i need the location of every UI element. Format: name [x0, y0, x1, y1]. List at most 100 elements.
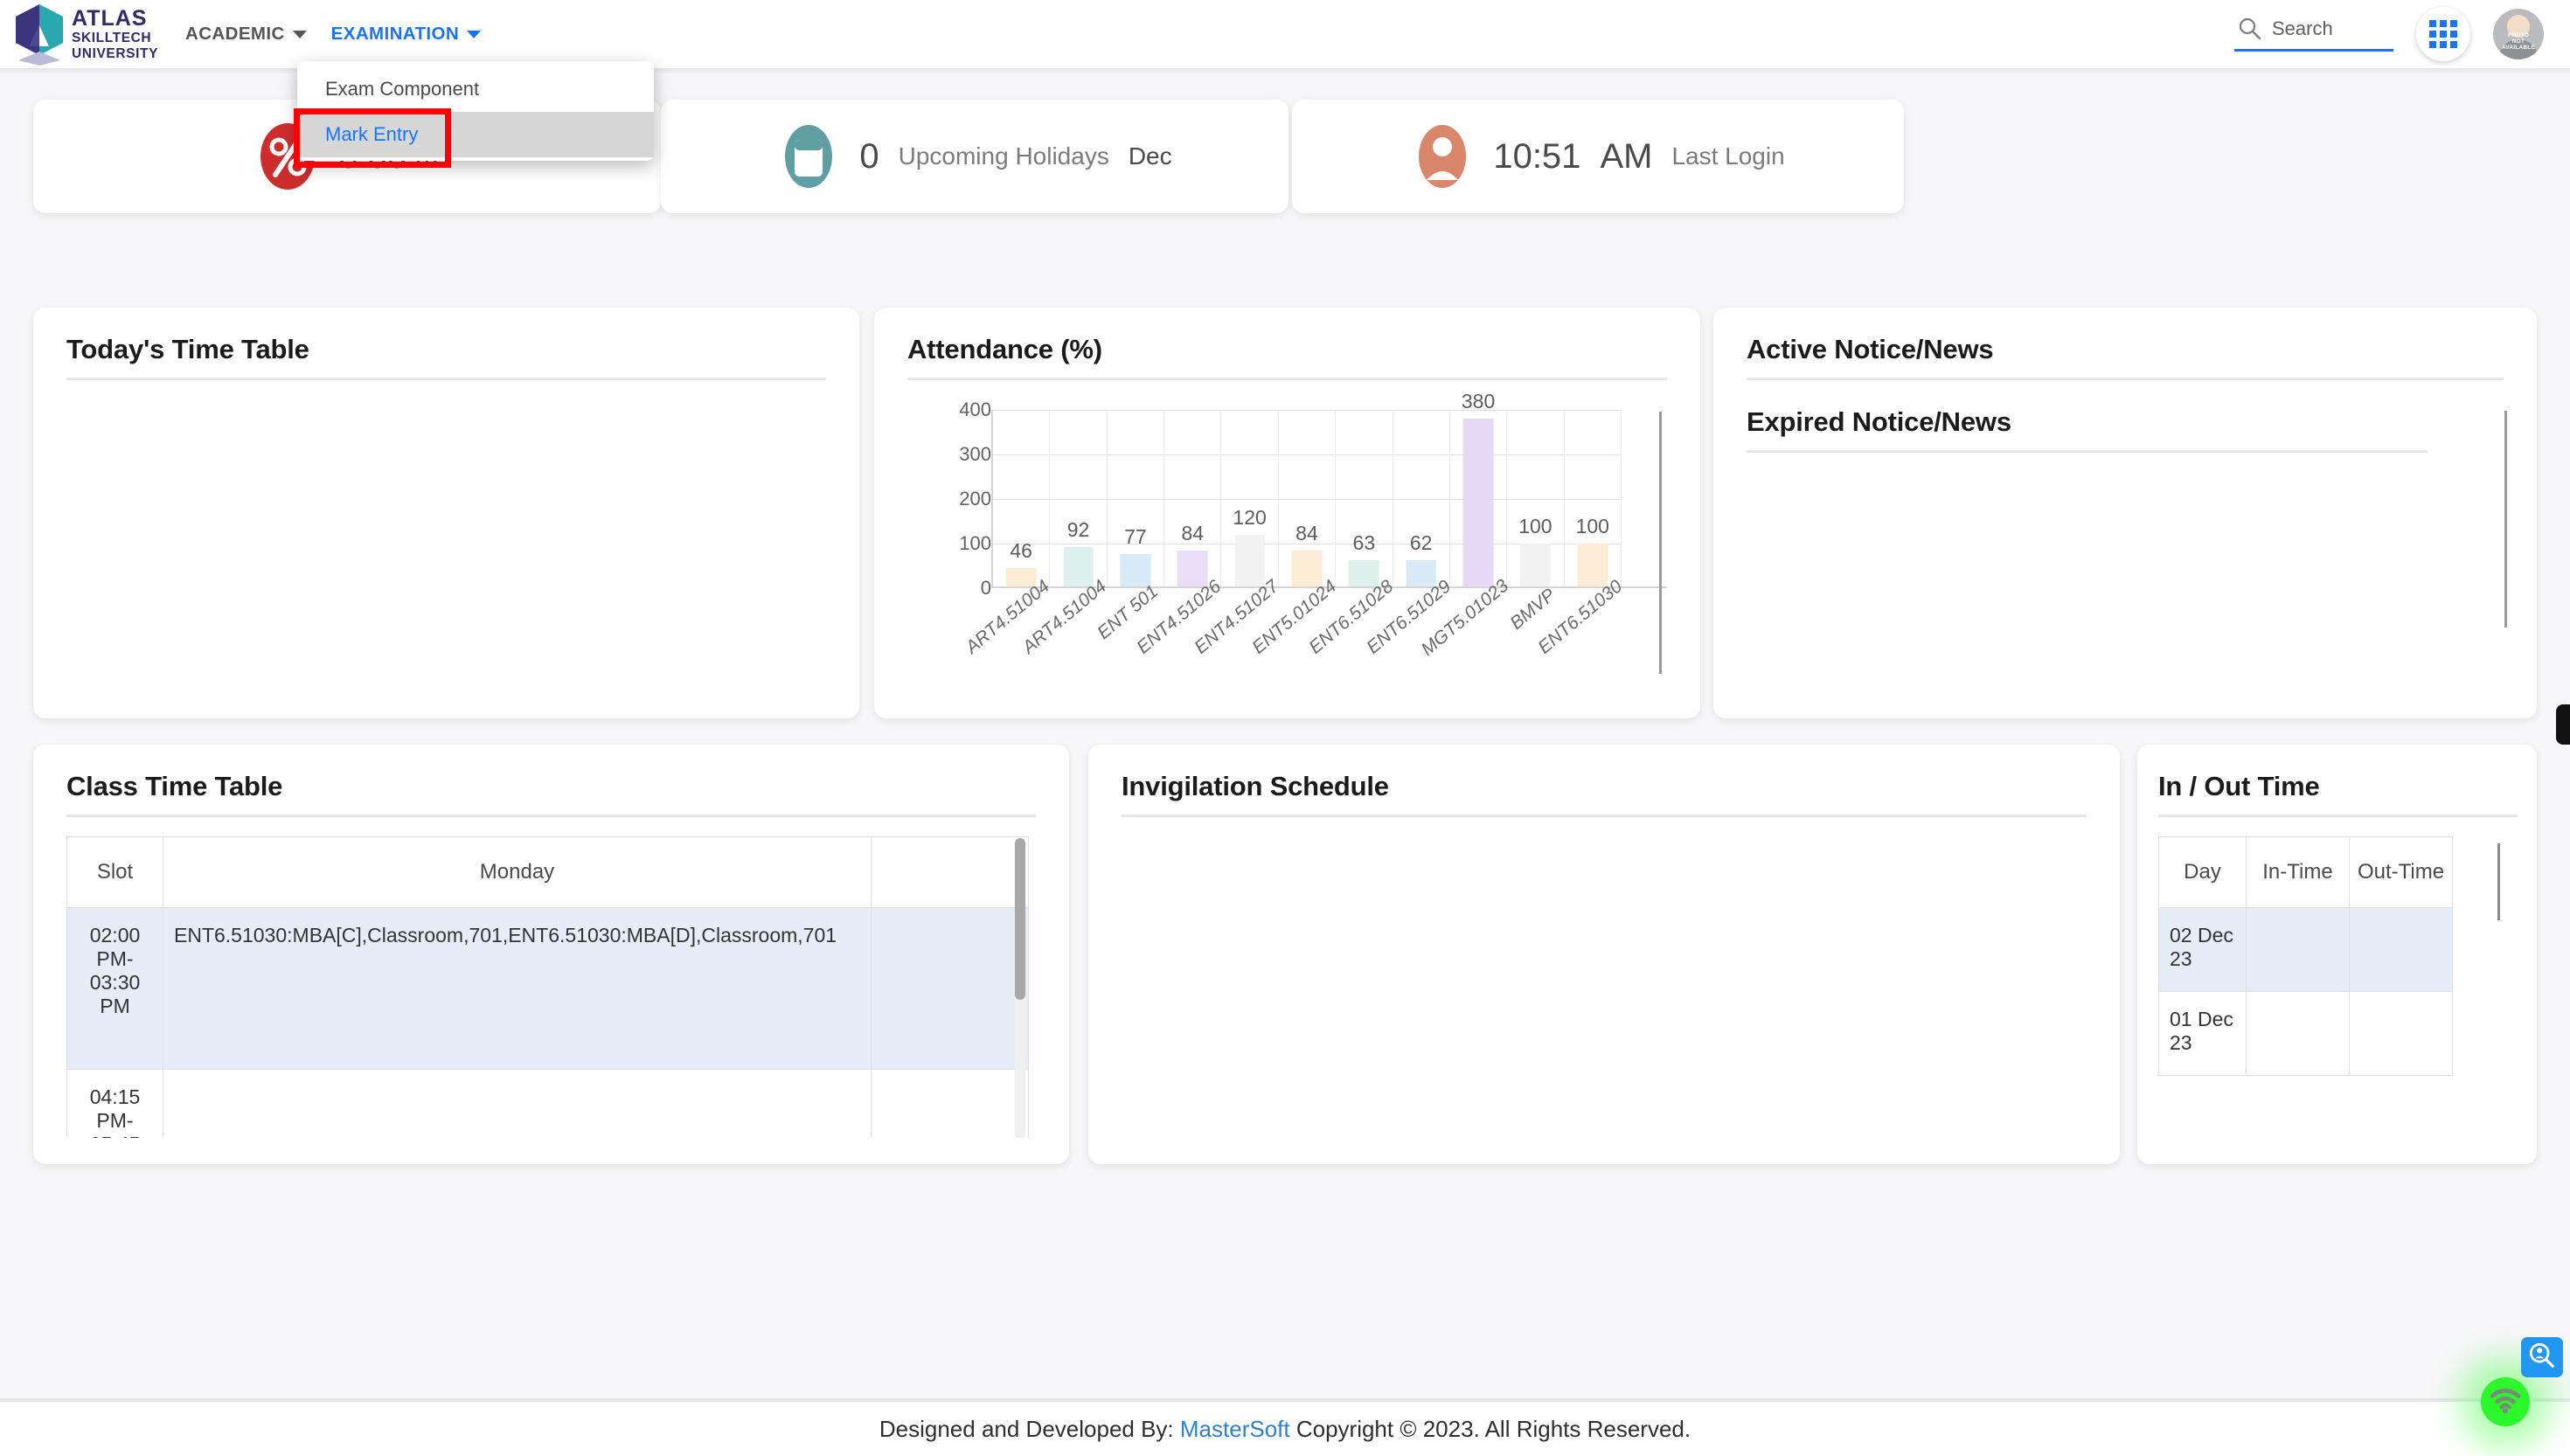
notice-scrollbar[interactable] — [2504, 411, 2507, 627]
holidays-count: 0 — [859, 136, 879, 176]
class-time-table: Slot Monday 02:00 PM-03:30 PM ENT6.51030:MB… — [66, 836, 1029, 1138]
search-input[interactable]: Search — [2234, 17, 2393, 52]
chart-bar-column: 120 — [1221, 410, 1279, 588]
chart-bar-value-label: 62 — [1409, 531, 1433, 555]
chart-x-tick: ENT6.51030 — [1534, 576, 1626, 691]
chart-bar[interactable] — [1462, 419, 1494, 588]
cell-slot: 02:00 PM-03:30 PM — [66, 907, 163, 1070]
chart-bar-value-label: 380 — [1461, 390, 1496, 413]
user-icon — [1411, 119, 1474, 194]
nav-item-academic-label: ACADEMIC — [185, 24, 285, 44]
brand-logo[interactable]: ATLAS SKILLTECH UNIVERSITY — [0, 3, 166, 66]
table-row[interactable]: 04:15 PM-05:45 — [66, 1069, 1029, 1138]
page-title-class-time-table: Class Time Table — [66, 771, 283, 801]
nav-right-tools: Search PHOTO NOT AVAILABLE — [2234, 7, 2570, 61]
nav-item-examination-label: EXAMINATION — [330, 24, 460, 44]
person-search-widget-button[interactable] — [2521, 1337, 2563, 1377]
page-title-attendance-chart: Attendance (%) — [907, 334, 1102, 364]
column-header — [871, 836, 1029, 908]
menu-item-mark-entry[interactable]: Mark Entry — [297, 112, 654, 157]
holidays-month: Dec — [1128, 142, 1172, 170]
brand-line-2: SKILLTECH — [72, 31, 152, 45]
chart-y-tick-label: 0 — [980, 577, 991, 599]
footer-suffix: Copyright © 2023. All Rights Reserved. — [1295, 1415, 1691, 1442]
column-header: Monday — [163, 836, 872, 908]
chart-bar[interactable] — [1291, 551, 1323, 588]
avatar-placeholder-text: PHOTO NOT AVAILABLE — [2501, 32, 2536, 51]
cell-extra — [871, 907, 1029, 1070]
chart-bar-value-label: 120 — [1233, 505, 1267, 529]
table-row[interactable]: 02:00 PM-03:30 PM ENT6.51030:MBA[C],Class… — [66, 907, 1029, 1070]
holidays-label: Upcoming Holidays — [898, 142, 1109, 170]
divider — [1122, 815, 2087, 817]
chart-bar[interactable] — [1234, 534, 1265, 588]
divider — [66, 815, 1036, 817]
dashboard-page: 0.00% 0 Upcoming Holidays Dec — [0, 73, 2570, 1398]
class-table-vertical-scrollbar[interactable] — [1015, 838, 1025, 1000]
footer-mastersoft-link[interactable]: MasterSoft — [1180, 1416, 1290, 1443]
card-invigilation-schedule: Invigilation Schedule — [1088, 745, 2120, 1164]
search-placeholder: Search — [2272, 17, 2333, 39]
chart-bar-column: 100 — [1565, 410, 1622, 588]
nav-item-academic[interactable]: ACADEMIC — [185, 24, 307, 45]
cell-in-time — [2246, 907, 2350, 992]
menu-item-exam-component[interactable]: Exam Component — [297, 66, 654, 112]
attendance-bar-chart: 0 100 200 300 400 46 92 77 84 120 84 63 62 380 100 100… — [907, 390, 1667, 691]
side-panel-handle[interactable] — [2556, 704, 2570, 745]
chart-scrollbar[interactable] — [1659, 412, 1662, 674]
person-search-icon — [2528, 1342, 2556, 1374]
divider — [907, 378, 1667, 380]
cell-out-time — [2349, 991, 2453, 1076]
atlas-cube-icon — [12, 3, 66, 66]
nav-item-examination[interactable]: EXAMINATION — [330, 24, 482, 45]
app-grid-button[interactable] — [2416, 7, 2470, 61]
network-status-widget[interactable] — [2481, 1377, 2530, 1426]
chart-bar-value-label: 84 — [1181, 522, 1205, 545]
card-todays-time-table: Today's Time Table — [33, 308, 859, 718]
class-time-table-scroll-container: Slot Monday 02:00 PM-03:30 PM ENT6.51030:MB… — [66, 836, 1036, 1138]
table-row[interactable]: 01 Dec 23 — [2158, 991, 2453, 1076]
chart-y-tick-label: 100 — [959, 532, 991, 554]
chart-bar-column: 62 — [1393, 410, 1450, 588]
page-title-todays-time-table: Today's Time Table — [66, 334, 309, 364]
footer: Designed and Developed By: MasterSoft Co… — [0, 1402, 2570, 1456]
cell-extra — [871, 1069, 1029, 1138]
page-title-active-notice: Active Notice/News — [1747, 334, 1994, 364]
in-out-scroll-container: Day In-Time Out-Time 02 Dec 23 01 Dec 23 — [2158, 836, 2518, 1134]
chart-bar-value-label: 84 — [1295, 522, 1318, 545]
stat-card-last-login: 10:51 AM Last Login — [1292, 100, 1904, 213]
column-header: Day — [2158, 836, 2247, 908]
divider — [66, 378, 826, 380]
chart-bar-column: 100 — [1507, 410, 1565, 588]
chart-bar-value-label: 100 — [1575, 515, 1609, 537]
cell-slot: 04:15 PM-05:45 — [66, 1069, 163, 1138]
brand-line-1: ATLAS — [72, 6, 148, 31]
column-header: Slot — [66, 836, 163, 908]
avatar[interactable]: PHOTO NOT AVAILABLE — [2493, 9, 2544, 59]
table-row[interactable]: 02 Dec 23 — [2158, 907, 2453, 992]
chart-plot-area: 46 92 77 84 120 84 63 62 380 100 100 — [991, 390, 1667, 588]
chart-bar[interactable] — [1520, 544, 1551, 588]
column-header: Out-Time — [2349, 836, 2453, 908]
chart-x-tick: MGT5.01023 — [1418, 576, 1513, 691]
chart-bar-value-label: 77 — [1124, 524, 1147, 548]
divider — [2158, 815, 2518, 817]
examination-dropdown-menu: Exam Component Mark Entry — [297, 61, 654, 161]
grid-icon — [2429, 20, 2457, 48]
table-header-row: Day In-Time Out-Time — [2158, 836, 2453, 908]
last-login-label: Last Login — [1671, 142, 1785, 170]
calendar-icon — [777, 119, 840, 194]
chevron-down-icon — [467, 30, 482, 38]
wifi-icon — [2489, 1387, 2522, 1418]
cell-day: 01 Dec 23 — [2158, 991, 2247, 1076]
chart-bar[interactable] — [1577, 544, 1608, 588]
chart-y-tick-label: 400 — [959, 399, 991, 420]
footer-prefix: Designed and Developed By: — [879, 1415, 1174, 1442]
in-out-scrollbar[interactable] — [2497, 843, 2500, 920]
top-navigation-bar: ATLAS SKILLTECH UNIVERSITY ACADEMIC EXAM… — [0, 0, 2570, 68]
stat-card-holidays: 0 Upcoming Holidays Dec — [661, 100, 1288, 213]
chart-bar-value-label: 63 — [1352, 530, 1376, 554]
chart-bar-column: 92 — [1050, 410, 1108, 588]
in-out-time-table: Day In-Time Out-Time 02 Dec 23 01 Dec 23 — [2158, 836, 2453, 1076]
cell-monday — [163, 1069, 872, 1138]
